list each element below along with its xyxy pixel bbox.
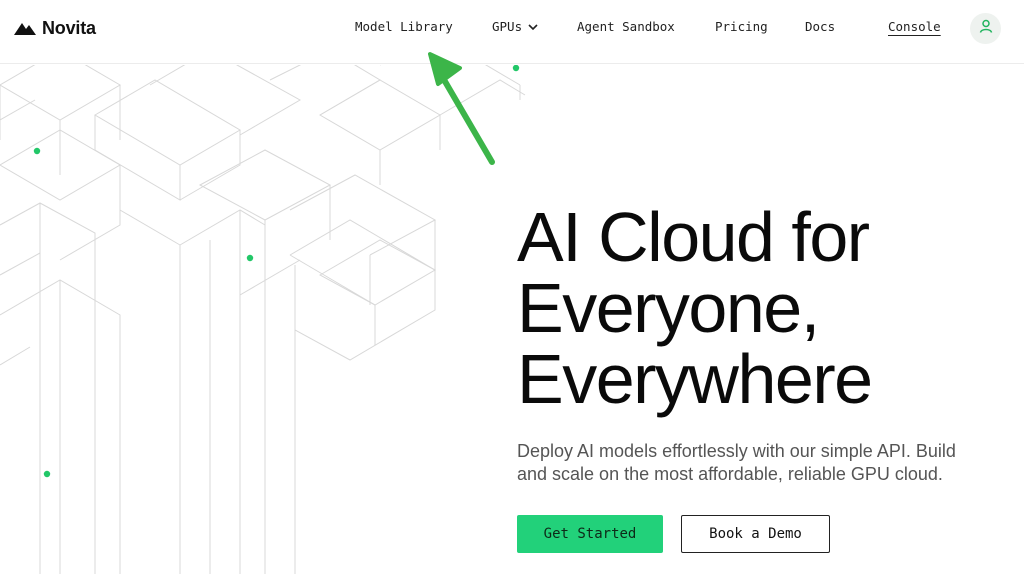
nav-gpus[interactable]: GPUs xyxy=(492,19,538,34)
hero-title-line-2: Everyone, xyxy=(517,269,820,347)
nav-docs[interactable]: Docs xyxy=(805,19,835,34)
hero-title-line-3: Everywhere xyxy=(517,340,873,418)
book-demo-button[interactable]: Book a Demo xyxy=(681,515,830,553)
user-icon xyxy=(979,19,993,38)
brand-logo[interactable]: Novita xyxy=(14,18,96,38)
top-navbar: Novita Model Library GPUs Agent Sandbox … xyxy=(0,0,1024,64)
hero-subtitle: Deploy AI models effortlessly with our s… xyxy=(517,441,956,484)
nav-model-library[interactable]: Model Library xyxy=(355,19,453,34)
annotation-arrow xyxy=(428,52,495,165)
nav-console[interactable]: Console xyxy=(888,19,941,34)
hero-title: AI Cloud for Everyone, Everywhere xyxy=(517,202,997,415)
nav-pricing[interactable]: Pricing xyxy=(715,19,768,34)
nav-gpus-label: GPUs xyxy=(492,19,523,34)
nav-agent-sandbox[interactable]: Agent Sandbox xyxy=(577,19,675,34)
user-avatar-button[interactable] xyxy=(970,13,1001,44)
get-started-button[interactable]: Get Started xyxy=(517,515,663,553)
hero-title-line-1: AI Cloud for xyxy=(517,198,870,276)
chevron-down-icon xyxy=(528,19,538,34)
brand-name: Novita xyxy=(42,17,96,38)
novita-logo-icon xyxy=(14,21,36,35)
